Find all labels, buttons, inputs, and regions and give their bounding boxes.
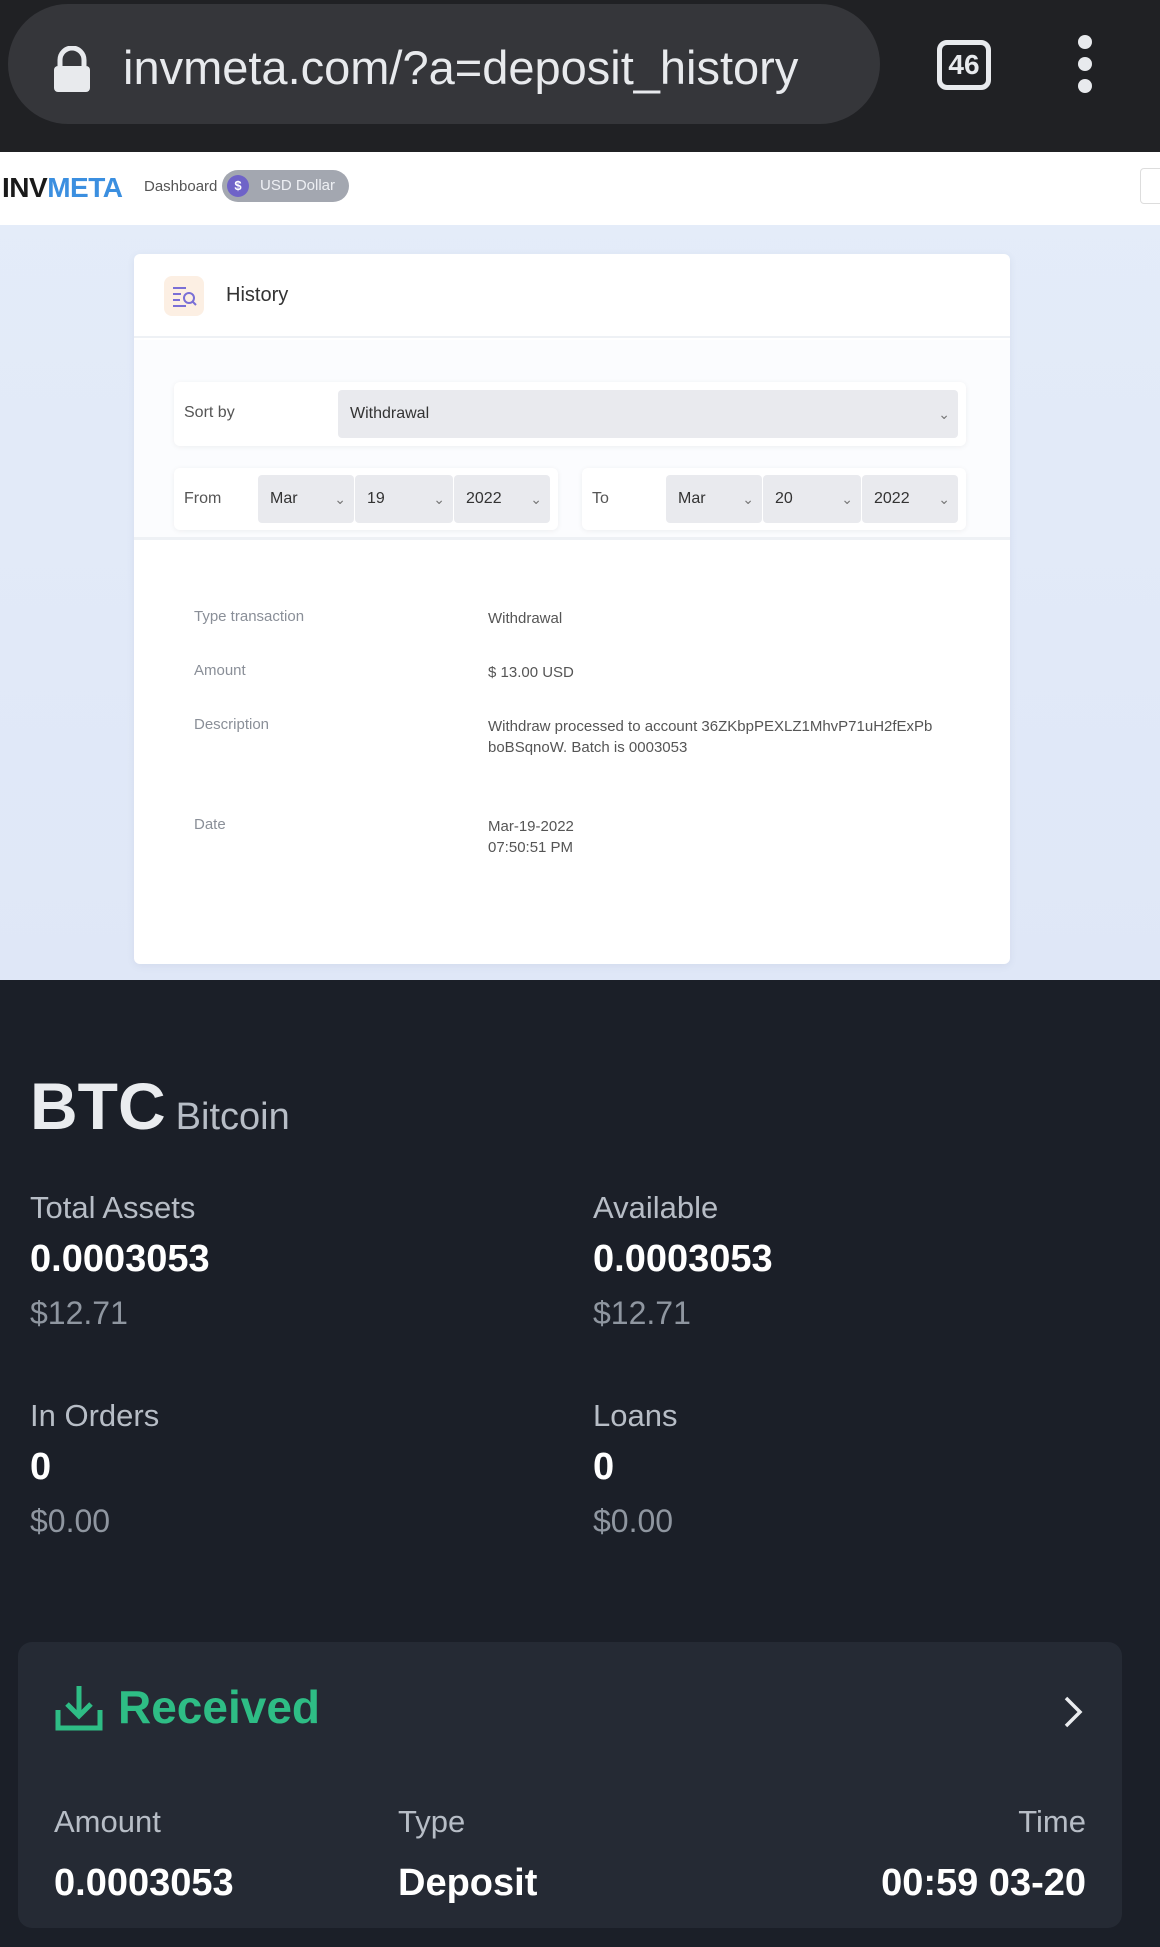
from-month-value: Mar xyxy=(270,490,298,507)
chevron-down-icon: ⌄ xyxy=(841,491,853,507)
browser-toolbar: invmeta.com/?a=deposit_history 46 xyxy=(0,0,1160,152)
tab-switcher-button[interactable]: 46 xyxy=(937,40,991,90)
chevron-right-icon[interactable] xyxy=(1058,1692,1088,1732)
chevron-down-icon: ⌄ xyxy=(334,491,346,507)
received-time-label: Time xyxy=(1018,1804,1086,1839)
amount-value: $ 13.00 USD xyxy=(488,664,574,681)
received-title: Received xyxy=(118,1681,321,1733)
chevron-down-icon: ⌄ xyxy=(938,406,950,422)
filter-panel: Sort by Withdrawal ⌄ From Mar ⌄ 19 ⌄ 202… xyxy=(134,340,1010,540)
download-tray-icon xyxy=(55,1686,103,1731)
date-value-time: 07:50:51 PM xyxy=(488,839,574,856)
from-day-select[interactable]: 19 ⌄ xyxy=(355,475,453,523)
sort-label: Sort by xyxy=(184,404,235,421)
lock-icon xyxy=(54,46,90,92)
description-value: Withdraw processed to account 36ZKbpPEXL… xyxy=(488,718,933,756)
dollar-coin-icon: $ xyxy=(227,175,249,197)
chevron-down-icon: ⌄ xyxy=(938,491,950,507)
history-search-icon xyxy=(164,276,204,316)
to-year-select[interactable]: 2022 ⌄ xyxy=(862,475,958,523)
loans-label: Loans xyxy=(593,1398,678,1433)
available-value: 0.0003053 xyxy=(593,1238,773,1280)
to-label: To xyxy=(592,490,609,507)
type-label: Type transaction xyxy=(194,608,305,625)
in-orders-label: In Orders xyxy=(30,1398,160,1433)
in-orders-usd: $0.00 xyxy=(30,1503,111,1539)
from-month-select[interactable]: Mar ⌄ xyxy=(258,475,354,523)
in-orders-stat: In Orders 0 $0.00 xyxy=(30,1398,159,1540)
sort-select-value: Withdrawal xyxy=(350,405,430,422)
currency-label: USD Dollar xyxy=(260,177,336,194)
loans-usd: $0.00 xyxy=(593,1503,674,1539)
from-label: From xyxy=(184,490,222,507)
to-year-value: 2022 xyxy=(874,490,910,507)
history-card: History Sort by Withdrawal ⌄ From Mar ⌄ xyxy=(134,254,1010,964)
received-time-value: 00:59 03-20 xyxy=(881,1862,1086,1904)
total-assets-value: 0.0003053 xyxy=(30,1238,210,1280)
date-value-date: Mar-19-2022 xyxy=(488,818,574,835)
from-day-value: 19 xyxy=(367,490,385,507)
available-stat: Available 0.0003053 $12.71 xyxy=(593,1190,773,1332)
currency-selector[interactable]: $ USD Dollar xyxy=(222,170,350,202)
screen: invmeta.com/?a=deposit_history 46 INVMET… xyxy=(0,0,1160,1947)
total-assets-usd: $12.71 xyxy=(30,1295,128,1331)
to-month-select[interactable]: Mar ⌄ xyxy=(666,475,762,523)
received-transaction-card[interactable]: Received Amount 0.0003053 Type Deposit T… xyxy=(18,1642,1122,1928)
site-logo[interactable]: INVMETA xyxy=(2,172,123,204)
coin-title: BTC Bitcoin xyxy=(30,1068,290,1144)
crypto-wallet-panel: BTC Bitcoin Total Assets 0.0003053 $12.71… xyxy=(0,980,1160,1947)
date-label: Date xyxy=(194,816,226,833)
to-month-value: Mar xyxy=(678,490,706,507)
chevron-down-icon: ⌄ xyxy=(433,491,445,507)
logo-text-meta: META xyxy=(47,172,123,203)
type-value: Withdrawal xyxy=(488,610,563,627)
available-usd: $12.71 xyxy=(593,1295,691,1331)
from-date-row: From Mar ⌄ 19 ⌄ 2022 ⌄ xyxy=(174,468,558,530)
logo-text-inv: INV xyxy=(2,172,48,203)
site-header: INVMETA Dashboard $ USD Dollar xyxy=(0,152,1160,225)
menu-toggle-button[interactable] xyxy=(1140,168,1160,204)
from-year-select[interactable]: 2022 ⌄ xyxy=(454,475,550,523)
loans-value: 0 xyxy=(593,1446,615,1488)
received-type-label: Type xyxy=(398,1804,466,1839)
to-day-value: 20 xyxy=(775,490,793,507)
loans-stat: Loans 0 $0.00 xyxy=(593,1398,677,1540)
nav-dashboard-link[interactable]: Dashboard xyxy=(144,178,217,195)
available-label: Available xyxy=(593,1190,719,1225)
coin-symbol: BTC xyxy=(30,1069,166,1143)
coin-name: Bitcoin xyxy=(175,1096,290,1138)
chevron-down-icon: ⌄ xyxy=(530,491,542,507)
total-assets-stat: Total Assets 0.0003053 $12.71 xyxy=(30,1190,210,1332)
sort-select[interactable]: Withdrawal ⌄ xyxy=(338,390,958,438)
url-text[interactable]: invmeta.com/?a=deposit_history xyxy=(123,30,798,106)
to-date-row: To Mar ⌄ 20 ⌄ 2022 ⌄ xyxy=(582,468,966,530)
webpage-view: INVMETA Dashboard $ USD Dollar History S… xyxy=(0,152,1160,980)
more-vert-icon[interactable] xyxy=(1070,30,1100,100)
received-amount-value: 0.0003053 xyxy=(54,1862,234,1904)
in-orders-value: 0 xyxy=(30,1446,52,1488)
total-assets-label: Total Assets xyxy=(30,1190,196,1225)
address-bar[interactable]: invmeta.com/?a=deposit_history xyxy=(8,4,880,124)
description-label: Description xyxy=(194,716,270,733)
date-value: Mar-19-2022 07:50:51 PM xyxy=(488,816,938,858)
to-day-select[interactable]: 20 ⌄ xyxy=(763,475,861,523)
received-type-value: Deposit xyxy=(398,1862,538,1904)
received-amount-label: Amount xyxy=(54,1804,161,1839)
history-title: History xyxy=(226,284,289,306)
sort-row: Sort by Withdrawal ⌄ xyxy=(174,382,966,446)
from-year-value: 2022 xyxy=(466,490,502,507)
chevron-down-icon: ⌄ xyxy=(742,491,754,507)
history-card-header: History xyxy=(134,254,1010,338)
amount-label: Amount xyxy=(194,662,246,679)
